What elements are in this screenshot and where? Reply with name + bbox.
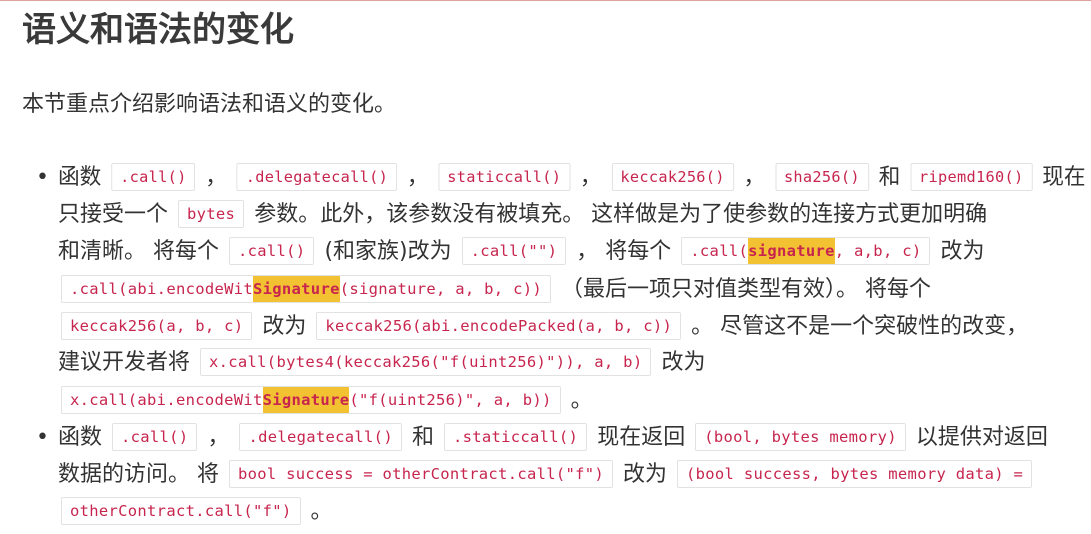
text: 函数 bbox=[58, 425, 103, 450]
inline-code: .staticcall() bbox=[443, 423, 588, 451]
inline-code: .call() bbox=[229, 237, 315, 265]
text: 建议开发者将 bbox=[58, 350, 191, 375]
text: 和 bbox=[878, 165, 901, 190]
highlighted-term: Signature bbox=[262, 387, 350, 413]
text: 和清晰。 将每个 bbox=[58, 239, 219, 264]
bullet-marker: • bbox=[36, 165, 49, 190]
text: ， bbox=[207, 425, 230, 450]
inline-code: .call() bbox=[111, 163, 196, 191]
item1-line6: 建议开发者将 x.call(bytes4(keccak256("f(uint25… bbox=[58, 344, 705, 381]
code-part: ("f(uint256)", a, b)) bbox=[349, 391, 552, 409]
text: 改为 bbox=[661, 350, 706, 375]
inline-code: .call("") bbox=[461, 237, 567, 265]
text: 数据的访问。 将 bbox=[58, 462, 219, 487]
inline-code: sha256() bbox=[775, 163, 869, 191]
text: 现在 bbox=[1042, 165, 1086, 190]
inline-code: .delegatecall() bbox=[239, 423, 402, 451]
intro-paragraph: 本节重点介绍影响语法和语义的变化。 bbox=[22, 92, 397, 117]
code-part: .call( bbox=[690, 242, 749, 260]
inline-code: x.call(abi.encodeWitSignature("f(uint256… bbox=[61, 386, 561, 414]
inline-code: keccak256() bbox=[611, 163, 734, 191]
item1-line4: .call(abi.encodeWitSignature(signature, … bbox=[58, 271, 931, 308]
item1-line5: keccak256(a, b, c) 改为 keccak256(abi.enco… bbox=[58, 308, 1028, 345]
text: 只接受一个 bbox=[58, 202, 169, 227]
inline-code: staticcall() bbox=[438, 163, 571, 191]
inline-code: keccak256(abi.encodePacked(a, b, c)) bbox=[316, 312, 682, 340]
item2-line1: 函数 .call() ， .delegatecall() 和 .staticca… bbox=[58, 419, 1048, 456]
item2-line2: 数据的访问。 将 bool success = otherContract.ca… bbox=[58, 456, 1035, 493]
text: ， bbox=[743, 165, 766, 190]
code-part: .call(abi.encodeWit bbox=[70, 280, 254, 298]
text: 。 bbox=[570, 388, 593, 413]
text: 。 bbox=[310, 499, 333, 524]
bullet-marker: • bbox=[36, 425, 49, 450]
inline-code: (bool success, bytes memory data) = bbox=[677, 460, 1033, 488]
text: ， bbox=[579, 165, 602, 190]
inline-code: (bool, bytes memory) bbox=[695, 423, 906, 451]
text: ， bbox=[406, 165, 429, 190]
inline-code: .call(signature, a,b, c) bbox=[681, 237, 931, 265]
item1-line1: 函数 .call() ， .delegatecall() ， staticcal… bbox=[58, 159, 1086, 196]
text: 函数 bbox=[58, 165, 102, 190]
inline-code: ripemd160() bbox=[910, 163, 1033, 191]
item1-line7: x.call(abi.encodeWitSignature("f(uint256… bbox=[58, 382, 593, 419]
text: 。 尽管这不是一个突破性的改变， bbox=[691, 314, 1029, 339]
text: 以提供对返回 bbox=[915, 425, 1048, 450]
inline-code: x.call(bytes4(keccak256("f(uint256)")), … bbox=[200, 348, 652, 376]
inline-code: keccak256(a, b, c) bbox=[61, 312, 253, 340]
highlighted-term: Signature bbox=[253, 276, 340, 302]
text: ， bbox=[205, 165, 227, 190]
code-part: , a,b, c) bbox=[834, 242, 922, 260]
highlighted-term: signature bbox=[748, 238, 835, 264]
inline-code: .delegatecall() bbox=[236, 163, 398, 191]
item2-line3: otherContract.call("f") 。 bbox=[58, 493, 333, 530]
text: 参数。此外，该参数没有被填充。 这样做是为了使参数的连接方式更加明确 bbox=[254, 202, 988, 227]
inline-code: .call() bbox=[112, 423, 198, 451]
text: 现在返回 bbox=[597, 425, 686, 450]
inline-code: bool success = otherContract.call("f") bbox=[229, 460, 614, 488]
text: 和 bbox=[411, 425, 434, 450]
inline-code: bytes bbox=[178, 200, 245, 228]
code-part: (signature, a, b, c)) bbox=[339, 280, 542, 298]
page-title: 语义和语法的变化 bbox=[22, 10, 294, 50]
inline-code: otherContract.call("f") bbox=[61, 497, 301, 525]
text: 改为 bbox=[940, 239, 985, 264]
inline-code: .call(abi.encodeWitSignature(signature, … bbox=[61, 275, 551, 303]
text: (和家族)改为 bbox=[324, 239, 452, 264]
text: 改为 bbox=[262, 314, 307, 339]
text: ， 将每个 bbox=[576, 239, 672, 264]
item1-line3: 和清晰。 将每个 .call() (和家族)改为 .call("") ， 将每个… bbox=[58, 233, 984, 270]
text: 改为 bbox=[623, 462, 668, 487]
text: （最后一项只对值类型有效）。 将每个 bbox=[560, 277, 931, 302]
code-part: x.call(abi.encodeWit bbox=[70, 391, 263, 409]
item1-line2: 只接受一个 bytes 参数。此外，该参数没有被填充。 这样做是为了使参数的连接… bbox=[58, 196, 987, 233]
